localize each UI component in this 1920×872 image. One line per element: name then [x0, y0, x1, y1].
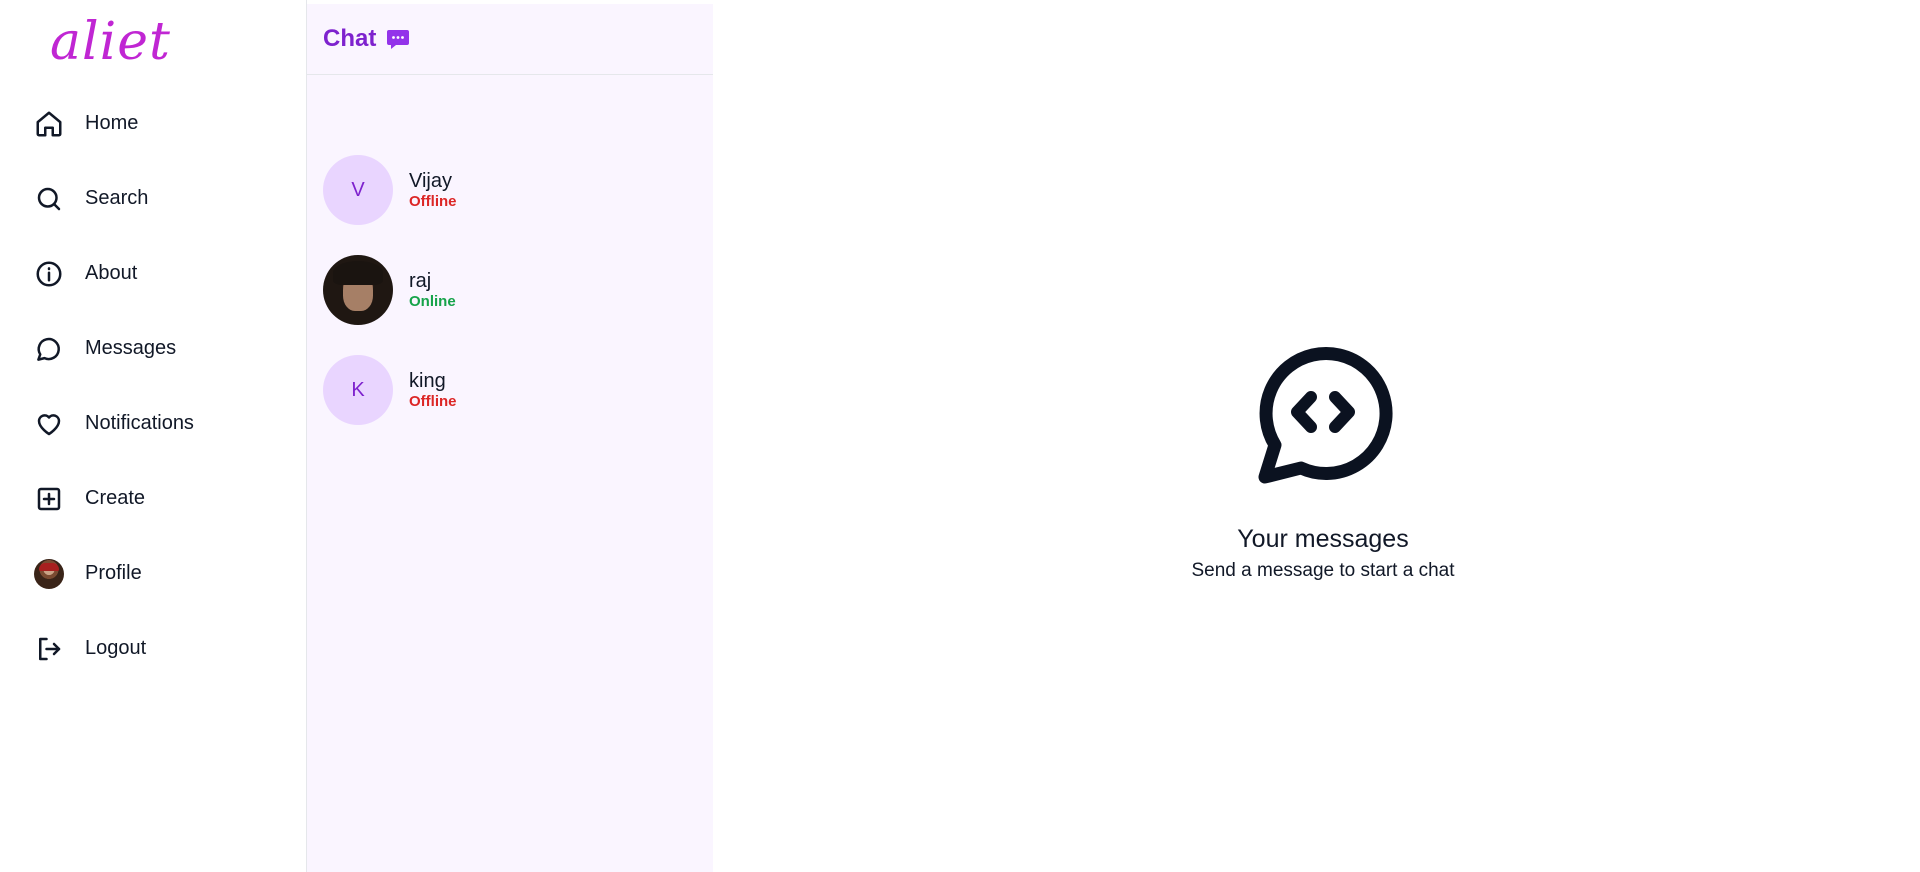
chat-header: Chat [307, 4, 713, 75]
logout-icon [34, 634, 64, 664]
conversation-name: raj [409, 270, 432, 292]
app-logo[interactable]: aliet [50, 14, 171, 70]
conversation-list: V Vijay Offline raj Online K king Offlin… [323, 140, 703, 440]
plus-square-icon [34, 484, 64, 514]
info-icon [34, 259, 64, 289]
sidebar-item-create[interactable]: Create [22, 461, 292, 536]
profile-avatar [34, 558, 64, 589]
sidebar-item-label: Messages [85, 337, 177, 359]
sidebar-item-home[interactable]: Home [22, 86, 292, 161]
conversation-info: raj Online [409, 269, 456, 311]
search-icon [34, 184, 64, 214]
sidebar-nav: Home Search About Messages Notifications [22, 93, 292, 686]
conversation-info: king Offline [409, 369, 457, 411]
sidebar-item-about[interactable]: About [22, 236, 292, 311]
sidebar-item-label: Create [85, 487, 146, 509]
empty-state: Your messages Send a message to start a … [1113, 335, 1533, 582]
sidebar-item-search[interactable]: Search [22, 161, 292, 236]
sidebar-item-label: About [85, 262, 138, 284]
conversation-name: king [409, 370, 446, 392]
sidebar-item-label: Profile [85, 562, 142, 584]
avatar [34, 558, 64, 589]
avatar: K [323, 355, 393, 425]
sidebar-item-label: Search [85, 187, 149, 209]
status-badge: Offline [409, 393, 457, 410]
home-icon [34, 109, 64, 139]
heart-icon [34, 409, 64, 439]
status-badge: Online [409, 293, 456, 310]
conversation-item[interactable]: K king Offline [323, 340, 703, 440]
status-badge: Offline [409, 193, 457, 210]
chat-title: Chat [323, 25, 377, 52]
avatar [323, 255, 393, 325]
sidebar-item-notifications[interactable]: Notifications [22, 386, 292, 461]
empty-state-title: Your messages [1237, 525, 1409, 553]
sidebar-item-label: Notifications [85, 412, 194, 434]
chat-panel: Chat V Vijay Offline raj Online K king O… [307, 4, 713, 872]
avatar: V [323, 155, 393, 225]
conversation-item[interactable]: V Vijay Offline [323, 140, 703, 240]
conversation-item[interactable]: raj Online [323, 240, 703, 340]
message-circle-icon [34, 334, 64, 364]
sidebar: aliet Home Search About Messages Notific… [0, 0, 307, 872]
message-code-icon [1258, 347, 1393, 484]
conversation-info: Vijay Offline [409, 169, 457, 211]
sidebar-item-label: Logout [85, 637, 147, 659]
sidebar-item-messages[interactable]: Messages [22, 311, 292, 386]
conversation-name: Vijay [409, 170, 452, 192]
sidebar-item-label: Home [85, 112, 139, 134]
empty-state-subtitle: Send a message to start a chat [1191, 560, 1455, 581]
sidebar-item-profile[interactable]: Profile [22, 536, 292, 611]
sidebar-item-logout[interactable]: Logout [22, 611, 292, 686]
message-dots-icon [386, 28, 410, 50]
